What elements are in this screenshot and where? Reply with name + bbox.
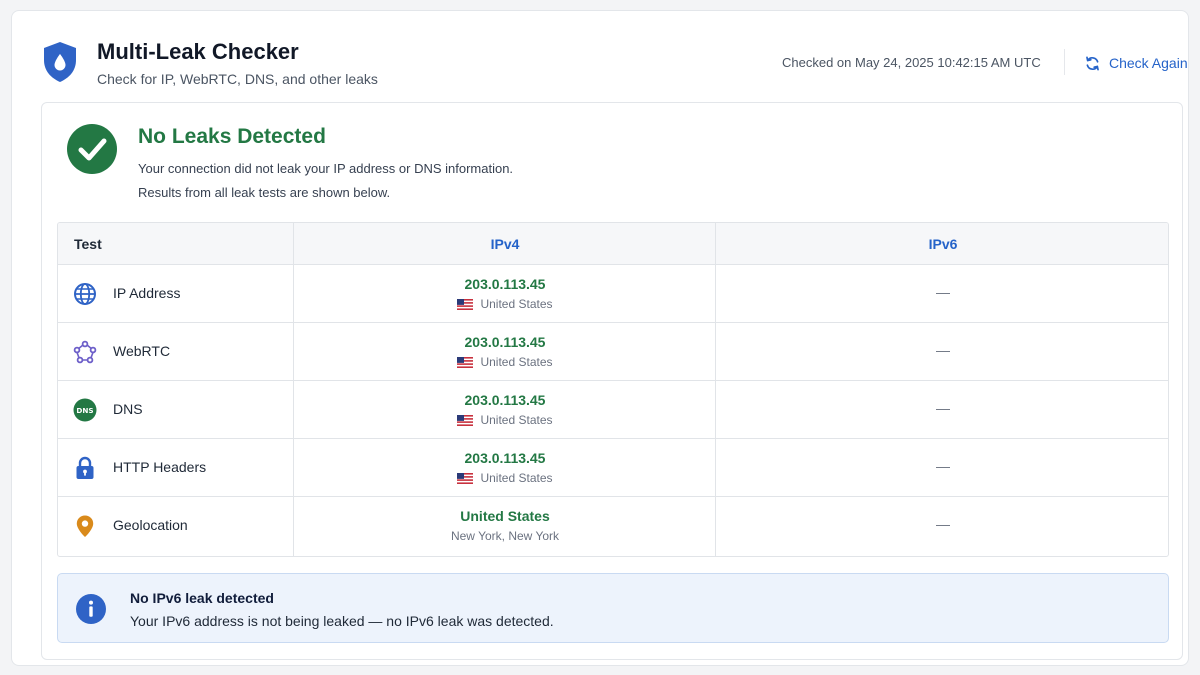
city-label: New York, New York [450, 529, 560, 543]
lock-icon [76, 456, 94, 479]
shield-drop-icon [44, 42, 76, 82]
info-icon [76, 594, 106, 624]
check-again-button[interactable]: Check Again [1084, 53, 1188, 73]
ipv4-result: 203.0.113.45 United States [294, 391, 716, 428]
status-title: No Leaks Detected [138, 125, 326, 148]
dns-icon: DNS [73, 398, 97, 422]
column-header-test: Test [74, 236, 102, 252]
ipv4-address: 203.0.113.45 [464, 276, 546, 292]
info-text: Your IPv6 address is not being leaked — … [130, 613, 554, 629]
ipv4-location: United States [294, 470, 716, 486]
ipv4-result: United States New York, New York [294, 507, 716, 544]
us-flag-icon [457, 356, 474, 368]
ipv6-result: — [936, 458, 950, 474]
ipv6-info-banner: No IPv6 leak detected Your IPv6 address … [57, 573, 1169, 643]
page-title: Multi-Leak Checker [97, 39, 299, 64]
country-label: United States [480, 355, 553, 369]
info-title: No IPv6 leak detected [130, 590, 274, 606]
results-card: No Leaks Detected Your connection did no… [41, 102, 1183, 660]
table-row: DNS DNS 203.0.113.45 United States — [58, 381, 1168, 439]
country-label: United States [480, 471, 553, 485]
test-name: HTTP Headers [113, 459, 207, 475]
ipv4-location: United States [294, 354, 716, 370]
test-name: DNS [113, 401, 143, 417]
column-header-ipv4: IPv4 [490, 236, 520, 252]
geo-country: United States [460, 508, 550, 524]
test-name: Geolocation [113, 517, 188, 533]
svg-text:DNS: DNS [76, 406, 93, 415]
checked-timestamp: Checked on May 24, 2025 10:42:15 AM UTC [782, 55, 1041, 70]
us-flag-icon [457, 414, 474, 426]
ipv4-location: United States [294, 296, 716, 312]
refresh-icon [1086, 56, 1099, 70]
ipv4-result: 203.0.113.45 United States [294, 449, 716, 486]
check-again-label: Check Again [1109, 55, 1188, 71]
country-label: United States [480, 413, 553, 427]
ipv4-address: 203.0.113.45 [464, 450, 546, 466]
table-row: IP Address 203.0.113.45 United States — [58, 265, 1168, 323]
header-divider [1064, 49, 1065, 75]
results-table: Test IPv4 IPv6 IP Address 203.0.113.45 U… [57, 222, 1169, 557]
table-row: HTTP Headers 203.0.113.45 United States … [58, 439, 1168, 497]
ipv6-result: — [936, 284, 950, 300]
table-header: Test IPv4 IPv6 [58, 223, 1168, 265]
ipv6-result: — [936, 516, 950, 532]
globe-icon [74, 283, 96, 305]
ipv6-result: — [936, 400, 950, 416]
check-circle-icon [67, 124, 117, 174]
status-note: Results from all leak tests are shown be… [138, 185, 391, 200]
test-name: IP Address [113, 285, 181, 301]
status-description: Your connection did not leak your IP add… [138, 161, 514, 176]
location-pin-icon [76, 515, 94, 537]
us-flag-icon [457, 472, 474, 484]
ipv4-result: 203.0.113.45 United States [294, 275, 716, 312]
ipv4-address: 203.0.113.45 [464, 392, 546, 408]
test-name: WebRTC [113, 343, 171, 359]
table-row: WebRTC 203.0.113.45 United States — [58, 323, 1168, 381]
geo-city: New York, New York [294, 528, 716, 544]
webrtc-icon [73, 340, 97, 364]
ipv4-result: 203.0.113.45 United States [294, 333, 716, 370]
table-row: Geolocation United States New York, New … [58, 497, 1168, 556]
ipv6-result: — [936, 342, 950, 358]
ipv4-location: United States [294, 412, 716, 428]
page-subtitle: Check for IP, WebRTC, DNS, and other lea… [97, 71, 378, 87]
main-panel: Multi-Leak Checker Check for IP, WebRTC,… [11, 10, 1189, 666]
country-label: United States [480, 297, 553, 311]
column-header-ipv6: IPv6 [928, 236, 958, 252]
ipv4-address: 203.0.113.45 [464, 334, 546, 350]
us-flag-icon [457, 298, 474, 310]
